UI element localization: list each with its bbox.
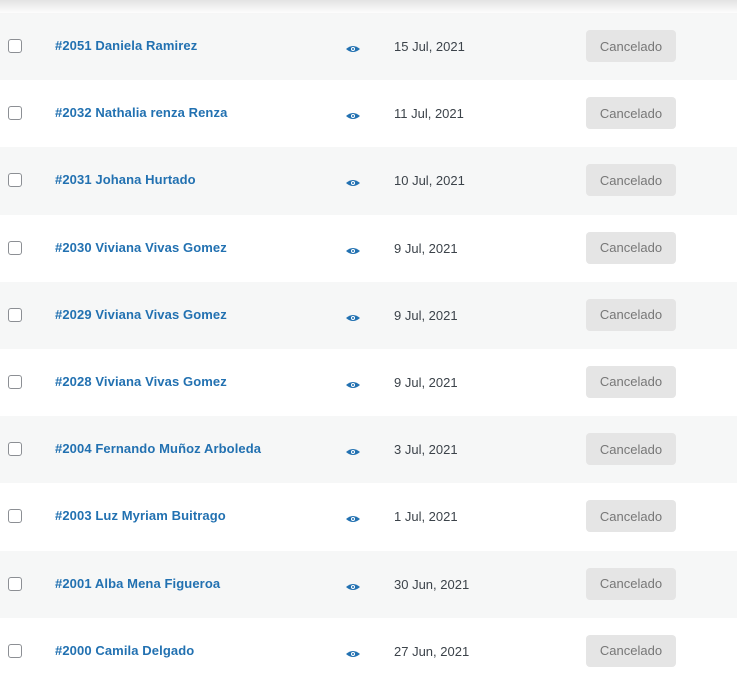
- status-badge: Cancelado: [586, 298, 676, 331]
- row-checkbox[interactable]: [8, 509, 22, 524]
- order-link[interactable]: #2000 Camila Delgado: [55, 643, 194, 658]
- order-link[interactable]: #2001 Alba Mena Figueroa: [55, 576, 220, 591]
- row-checkbox[interactable]: [8, 374, 22, 389]
- order-link[interactable]: #2004 Fernando Muñoz Arboleda: [55, 441, 261, 456]
- order-link[interactable]: #2051 Daniela Ramirez: [55, 38, 197, 53]
- order-link[interactable]: #2030 Viviana Vivas Gomez: [55, 240, 227, 255]
- table-row: #2028 Viviana Vivas Gomez 9 Jul, 2021 Ca…: [0, 348, 737, 417]
- orders-table: #2051 Daniela Ramirez 15 Jul, 2021 Cance…: [0, 13, 737, 685]
- table-row: #2031 Johana Hurtado 10 Jul, 2021 Cancel…: [0, 147, 737, 215]
- order-date: 1 Jul, 2021: [394, 509, 458, 525]
- table-row: #2001 Alba Mena Figueroa 30 Jun, 2021 Ca…: [0, 550, 737, 618]
- row-checkbox[interactable]: [8, 173, 22, 188]
- eye-icon[interactable]: [345, 511, 361, 523]
- status-badge: Cancelado: [586, 433, 676, 466]
- row-checkbox[interactable]: [8, 643, 22, 658]
- status-badge: Cancelado: [586, 97, 676, 130]
- eye-icon[interactable]: [345, 108, 361, 120]
- table-row: #2004 Fernando Muñoz Arboleda 3 Jul, 202…: [0, 416, 737, 484]
- status-badge: Cancelado: [586, 500, 676, 533]
- row-checkbox[interactable]: [8, 307, 22, 322]
- order-link[interactable]: #2032 Nathalia renza Renza: [55, 105, 227, 120]
- table-top-shadow: [0, 0, 737, 14]
- eye-icon[interactable]: [345, 41, 361, 52]
- table-row: #2051 Daniela Ramirez 15 Jul, 2021 Cance…: [0, 13, 737, 81]
- order-date: 10 Jul, 2021: [394, 173, 465, 189]
- order-date: 9 Jul, 2021: [394, 307, 458, 323]
- table-row: #2003 Luz Myriam Buitrago 1 Jul, 2021 Ca…: [0, 483, 737, 551]
- eye-icon[interactable]: [345, 175, 361, 187]
- status-badge: Cancelado: [586, 30, 676, 62]
- row-checkbox[interactable]: [8, 576, 22, 591]
- order-date: 9 Jul, 2021: [394, 374, 458, 390]
- order-date: 30 Jun, 2021: [394, 576, 470, 592]
- status-badge: Cancelado: [586, 164, 676, 197]
- row-checkbox[interactable]: [8, 39, 22, 53]
- status-badge: Cancelado: [586, 567, 676, 600]
- table-row: #2029 Viviana Vivas Gomez 9 Jul, 2021 Ca…: [0, 281, 737, 349]
- order-link[interactable]: #2003 Luz Myriam Buitrago: [55, 508, 226, 523]
- order-date: 15 Jul, 2021: [394, 39, 465, 54]
- eye-icon[interactable]: [345, 377, 361, 388]
- eye-icon[interactable]: [345, 579, 361, 590]
- eye-icon[interactable]: [345, 243, 361, 254]
- order-date: 11 Jul, 2021: [394, 106, 464, 122]
- eye-icon[interactable]: [345, 310, 361, 321]
- order-link[interactable]: #2031 Johana Hurtado: [55, 172, 196, 187]
- status-badge: Cancelado: [586, 231, 676, 264]
- row-checkbox[interactable]: [8, 106, 22, 121]
- table-row: #2032 Nathalia renza Renza 11 Jul, 2021 …: [0, 80, 737, 148]
- order-date: 9 Jul, 2021: [394, 240, 458, 256]
- status-badge: Cancelado: [586, 634, 676, 667]
- row-checkbox[interactable]: [8, 240, 22, 255]
- order-link[interactable]: #2028 Viviana Vivas Gomez: [55, 374, 227, 389]
- row-checkbox[interactable]: [8, 442, 22, 457]
- order-date: 3 Jul, 2021: [394, 442, 458, 458]
- status-badge: Cancelado: [586, 365, 676, 398]
- table-row: #2030 Viviana Vivas Gomez 9 Jul, 2021 Ca…: [0, 214, 737, 282]
- eye-icon[interactable]: [345, 444, 361, 456]
- order-date: 27 Jun, 2021: [394, 643, 470, 659]
- order-link[interactable]: #2029 Viviana Vivas Gomez: [55, 307, 227, 322]
- eye-icon[interactable]: [345, 646, 361, 657]
- table-row: #2000 Camila Delgado 27 Jun, 2021 Cancel…: [0, 617, 737, 685]
